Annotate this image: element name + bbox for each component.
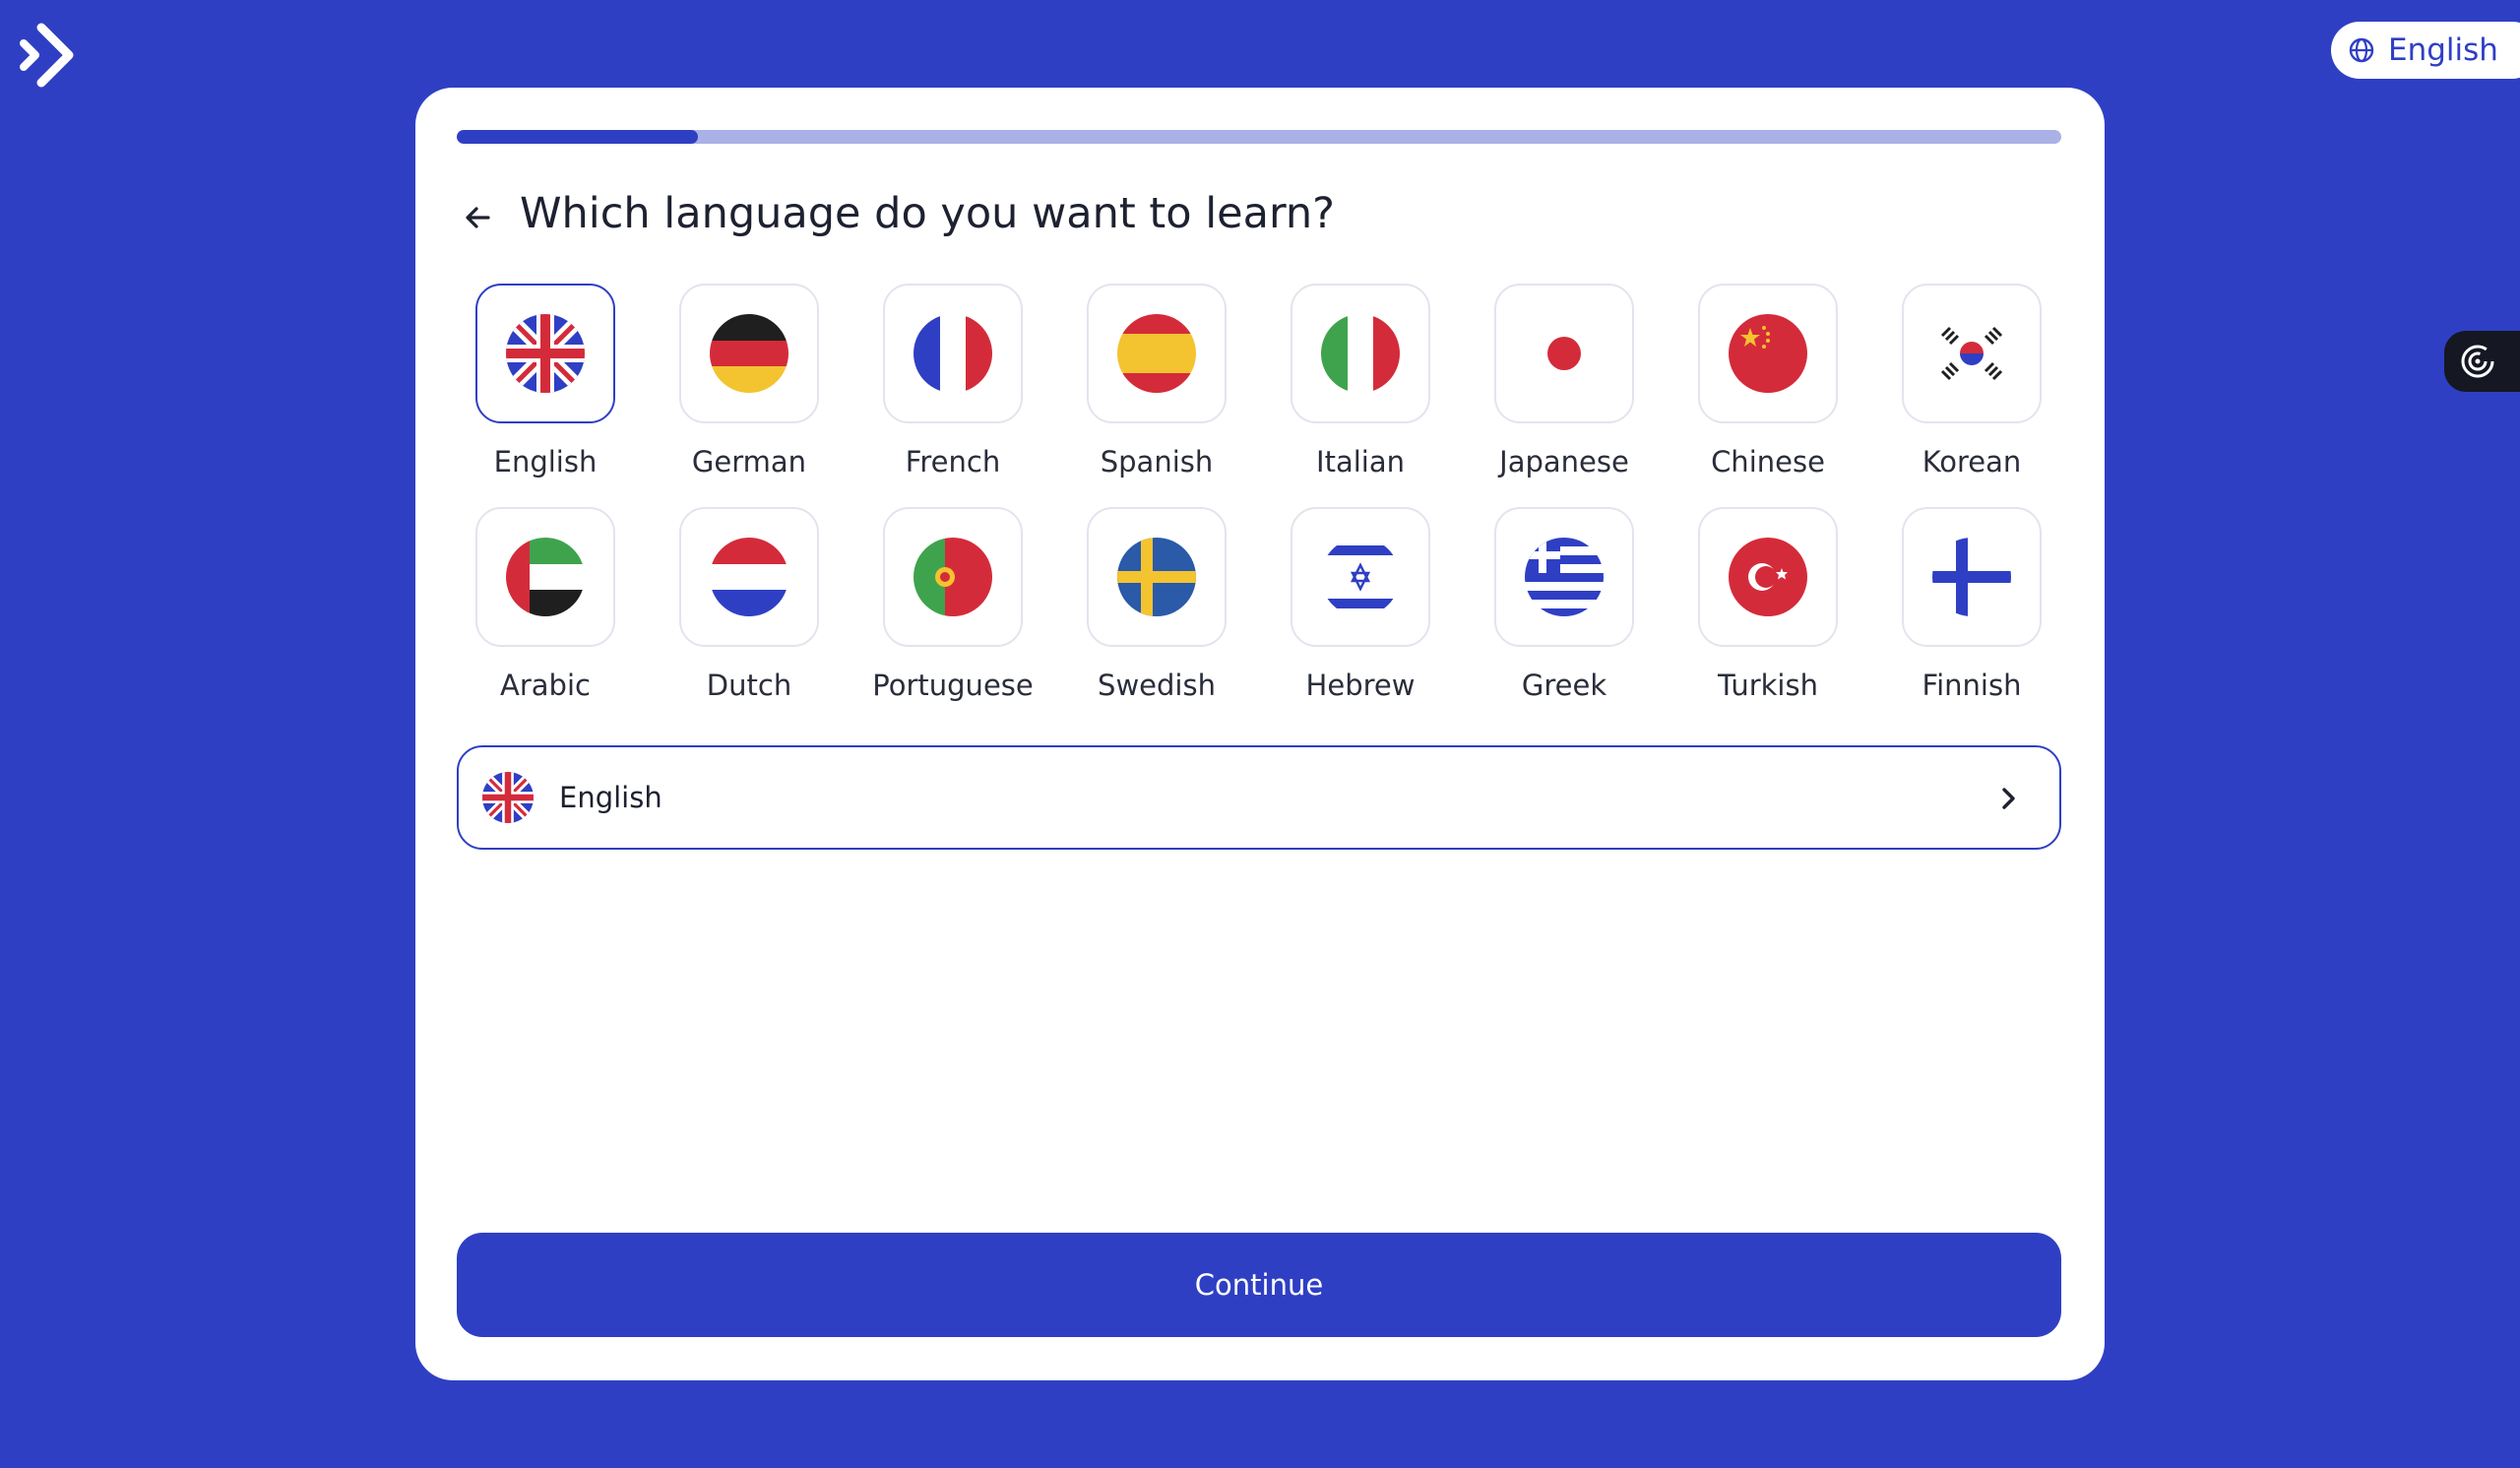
language-tile: [1291, 284, 1430, 423]
continue-button[interactable]: Continue: [457, 1233, 2061, 1337]
language-label: Chinese: [1711, 445, 1825, 479]
language-option-finnish[interactable]: Finnish: [1902, 507, 2042, 702]
language-label: Turkish: [1718, 669, 1818, 702]
language-label: Swedish: [1098, 669, 1216, 702]
language-option-english[interactable]: English: [475, 284, 615, 479]
language-label: Finnish: [1922, 669, 2022, 702]
progress-fill: [457, 130, 698, 144]
spiral-icon: [2461, 345, 2494, 378]
logo-icon: [20, 23, 74, 88]
language-option-turkish[interactable]: Turkish: [1698, 507, 1838, 702]
il-flag-icon: [1321, 538, 1400, 616]
language-option-portuguese[interactable]: Portuguese: [872, 507, 1034, 702]
interface-language-button[interactable]: English: [2331, 22, 2520, 79]
de-flag-icon: [710, 314, 788, 393]
it-flag-icon: [1321, 314, 1400, 393]
language-option-swedish[interactable]: Swedish: [1087, 507, 1227, 702]
language-option-dutch[interactable]: Dutch: [679, 507, 819, 702]
language-label: Dutch: [706, 669, 792, 702]
language-tile: [475, 507, 615, 647]
language-label: French: [905, 445, 1001, 479]
language-tile: [679, 284, 819, 423]
language-option-greek[interactable]: Greek: [1494, 507, 1634, 702]
gr-flag-icon: [1525, 538, 1604, 616]
language-label: German: [691, 445, 807, 479]
language-tile: [1902, 507, 2042, 647]
language-tile: [1902, 284, 2042, 423]
gb-flag-icon: [506, 314, 585, 393]
language-option-spanish[interactable]: Spanish: [1087, 284, 1227, 479]
language-option-german[interactable]: German: [679, 284, 819, 479]
progress-bar: [457, 130, 2061, 144]
language-option-arabic[interactable]: Arabic: [475, 507, 615, 702]
language-option-korean[interactable]: Korean: [1902, 284, 2042, 479]
cn-flag-icon: [1729, 314, 1807, 393]
globe-icon: [2349, 37, 2374, 63]
language-tile: [1087, 284, 1227, 423]
kr-flag-icon: [1932, 314, 2011, 393]
interface-language-label: English: [2388, 32, 2498, 68]
pt-flag-icon: [914, 538, 992, 616]
page-title: Which language do you want to learn?: [520, 189, 1335, 238]
language-tile: [679, 507, 819, 647]
language-label: Arabic: [500, 669, 591, 702]
back-arrow-icon[interactable]: [459, 198, 498, 237]
selected-language-label: English: [559, 781, 662, 814]
jp-flag-icon: [1525, 314, 1604, 393]
selected-language-row[interactable]: English: [457, 745, 2061, 850]
onboarding-card: Which language do you want to learn? Eng…: [415, 88, 2105, 1380]
language-tile: [1698, 284, 1838, 423]
language-option-chinese[interactable]: Chinese: [1698, 284, 1838, 479]
language-tile: [883, 507, 1023, 647]
language-label: English: [493, 445, 598, 479]
language-tile: [1291, 507, 1430, 647]
language-label: Hebrew: [1305, 669, 1416, 702]
language-tile: [1494, 284, 1634, 423]
language-label: Japanese: [1499, 445, 1629, 479]
language-tile: [1494, 507, 1634, 647]
language-label: Greek: [1521, 669, 1607, 702]
language-label: Korean: [1922, 445, 2022, 479]
se-flag-icon: [1117, 538, 1196, 616]
ae-flag-icon: [506, 538, 585, 616]
language-tile: [883, 284, 1023, 423]
tr-flag-icon: [1729, 538, 1807, 616]
language-tile: [1698, 507, 1838, 647]
language-label: Italian: [1316, 445, 1405, 479]
fr-flag-icon: [914, 314, 992, 393]
language-option-french[interactable]: French: [883, 284, 1023, 479]
language-tile: [475, 284, 615, 423]
nl-flag-icon: [710, 538, 788, 616]
language-option-hebrew[interactable]: Hebrew: [1291, 507, 1430, 702]
chevron-right-icon: [2002, 788, 2015, 809]
language-option-italian[interactable]: Italian: [1291, 284, 1430, 479]
language-label: Spanish: [1100, 445, 1214, 479]
gb-flag-icon: [482, 772, 534, 823]
fi-flag-icon: [1932, 538, 2011, 616]
language-option-japanese[interactable]: Japanese: [1494, 284, 1634, 479]
language-label: Portuguese: [872, 669, 1034, 702]
es-flag-icon: [1117, 314, 1196, 393]
language-tile: [1087, 507, 1227, 647]
side-widget-tab[interactable]: [2444, 331, 2520, 392]
